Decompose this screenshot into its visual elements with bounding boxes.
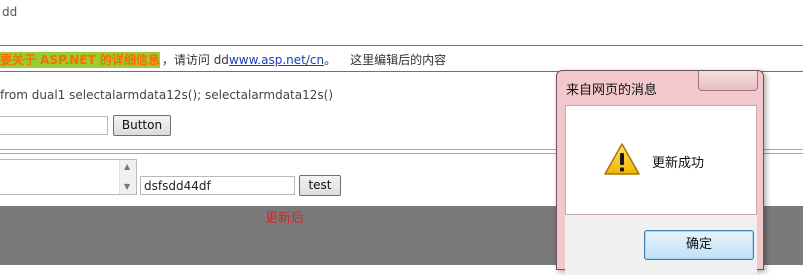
status-text: 更新后 (265, 211, 305, 226)
dialog-message: 更新成功 (652, 156, 705, 171)
divider-top (0, 45, 803, 46)
info-highlight: 要关于 ASP.NET 的详细信息 (0, 52, 160, 68)
info-period: 。 (324, 53, 337, 67)
top-text: dd (2, 5, 18, 19)
dialog-footer: 确定 (565, 215, 757, 275)
info-row: 要关于 ASP.NET 的详细信息 ，请访问 ddwww.asp.net/cn。这… (0, 51, 446, 68)
button-button[interactable]: Button (113, 115, 171, 136)
text-input-1[interactable] (0, 116, 108, 135)
test-button[interactable]: test (299, 175, 341, 196)
ok-button[interactable]: 确定 (644, 230, 754, 260)
scroll-down-icon[interactable]: ▼ (124, 183, 130, 191)
edited-content-text: 这里编辑后的内容 (350, 53, 447, 67)
multiline-textbox[interactable]: ▲ ▼ (0, 159, 137, 195)
dialog-title: 来自网页的消息 (566, 83, 658, 98)
text-input-2[interactable] (140, 176, 295, 195)
info-mid-text: ，请访问 dd (161, 53, 229, 67)
close-button[interactable] (698, 71, 758, 91)
sql-text: from dual1 selectalarmdata12s(); selecta… (0, 88, 333, 102)
textarea-scrollbar[interactable]: ▲ ▼ (119, 160, 136, 194)
scroll-up-icon[interactable]: ▲ (124, 163, 130, 171)
warning-icon (604, 143, 640, 175)
alert-dialog: 来自网页的消息 更新成功 确定 (556, 70, 764, 275)
dialog-body: 更新成功 (565, 105, 757, 215)
asp-net-link[interactable]: www.asp.net/cn (229, 53, 324, 67)
